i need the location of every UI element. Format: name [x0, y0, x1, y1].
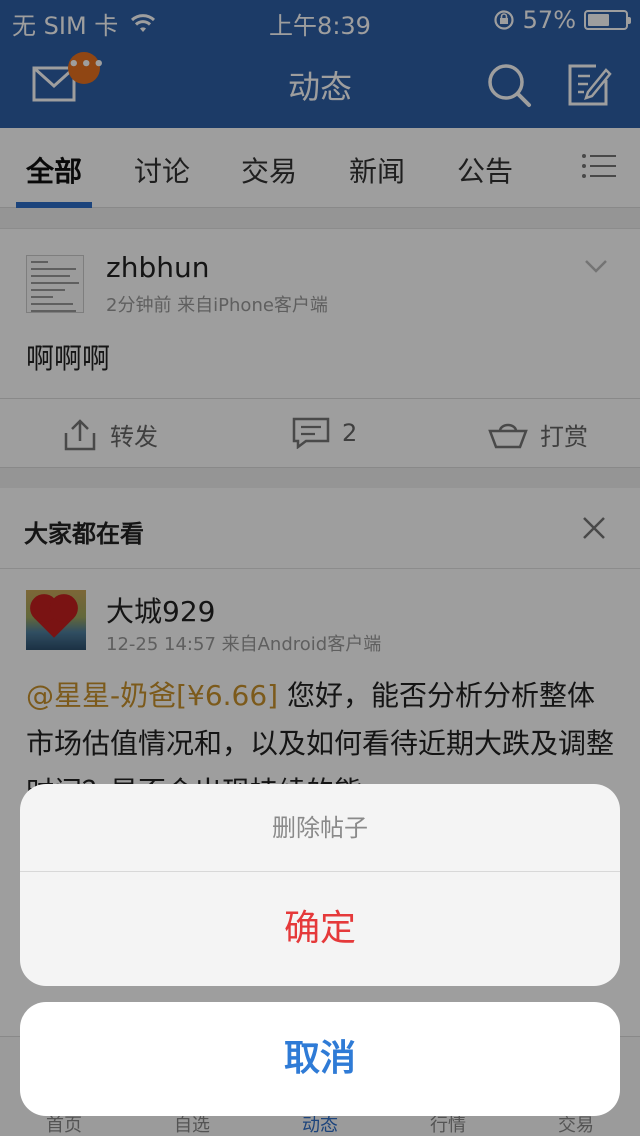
confirm-delete-button[interactable]: 确定 [20, 872, 620, 986]
action-sheet: 删除帖子 确定 [20, 784, 620, 986]
cancel-button[interactable]: 取消 [20, 1002, 620, 1116]
action-sheet-title: 删除帖子 [20, 784, 620, 872]
